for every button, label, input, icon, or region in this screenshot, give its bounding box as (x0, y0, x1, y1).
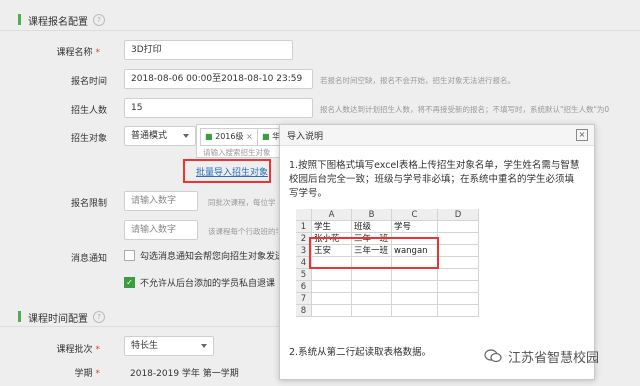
enroll-time-input[interactable]: 2018-08-06 00:00至2018-08-10 23:59 (124, 69, 313, 89)
limit-input-1[interactable]: 请输入数字 (124, 191, 198, 211)
notify-label: 消息通知 (70, 254, 107, 264)
section-accent-bar (18, 311, 21, 322)
chevron-down-icon (201, 344, 207, 348)
sheet-cell (438, 221, 479, 233)
sheet-cell (352, 269, 392, 281)
no-self-withdraw-checkbox[interactable]: ✓ (124, 277, 135, 288)
target-mode-value: 普通模式 (131, 131, 168, 141)
term-label-text: 学期 (74, 369, 93, 379)
enroll-count-input[interactable]: 15 (124, 98, 313, 118)
sheet-cell (438, 305, 479, 317)
section-accent-bar (18, 14, 21, 25)
help-icon[interactable]: ? (93, 311, 105, 323)
target-tag-label: 2016级 (215, 132, 244, 141)
sheet-row-number: 5 (296, 269, 312, 281)
close-icon[interactable]: × (246, 132, 253, 141)
no-self-withdraw-label: 不允许从后台添加的学员私自退课 (140, 279, 276, 289)
enroll-time-label: 报名时间 (70, 77, 107, 87)
target-label: 招生对象 (70, 134, 107, 144)
sheet-cell (312, 281, 352, 293)
limit-hint-2: 该课程每个行政班的学 (208, 227, 278, 236)
sheet-cell: 学生 (312, 221, 352, 233)
chevron-down-icon (183, 134, 189, 138)
help-icon[interactable]: ? (93, 14, 105, 26)
sheet-cell (352, 293, 392, 305)
sheet-cell (392, 305, 438, 317)
course-name-input[interactable]: 3D打印 (124, 40, 293, 60)
limit-hint-1: 同批次课程，每位学 (208, 198, 276, 207)
instruction-step-1: 1.按照下图格式填写excel表格上传招生对象名单，学生姓名需与智慧校园后台完全… (289, 160, 580, 199)
sheet-cell (438, 293, 479, 305)
sheet-cell: 班级 (352, 221, 392, 233)
batch-label-text: 课程批次 (56, 345, 93, 355)
sheet-column-header: C (392, 209, 438, 221)
notify-checkbox[interactable] (124, 250, 135, 261)
sheet-column-header: A (312, 209, 352, 221)
sheet-column-header: D (438, 209, 479, 221)
term-value: 2018-2019 学年 第一学期 (130, 369, 239, 379)
excel-example-image: A B C D 1 学生 班级 学号 2 张小花 三年一班 3 王安 三年一班 wangan 4 5 6 7 8 (296, 209, 479, 338)
course-name-label: 课程名称 * (30, 45, 100, 58)
sheet-cell (392, 269, 438, 281)
required-mark: * (95, 369, 101, 379)
sheet-row-number: 6 (296, 281, 312, 293)
batch-import-link[interactable]: 批量导入招生对象 (196, 165, 268, 178)
sheet-cell: 学号 (392, 221, 438, 233)
sheet-row-number: 8 (296, 305, 312, 317)
sheet-cell (312, 293, 352, 305)
sheet-cell (312, 269, 352, 281)
enroll-count-label: 招生人数 (70, 106, 107, 116)
batch-select[interactable]: 特长生 (124, 336, 214, 356)
batch-value: 特长生 (131, 341, 159, 351)
target-tag[interactable]: ■ 2016级 × (200, 128, 258, 146)
sheet-column-header: B (352, 209, 392, 221)
wechat-icon (484, 349, 502, 363)
limit-input-2[interactable]: 请输入数字 (124, 220, 198, 240)
term-label: 学期 * (30, 366, 100, 379)
required-mark: * (95, 345, 101, 355)
limit-label: 报名限制 (70, 199, 107, 209)
section-title-time: 课程时间配置 (28, 314, 88, 325)
sheet-cell (438, 281, 479, 293)
sheet-cell (392, 281, 438, 293)
example-highlight-box (309, 237, 439, 269)
target-mode-select[interactable]: 普通模式 (124, 126, 196, 146)
enroll-count-hint: 报名人数达到计划招生人数，将不再接受新的报名；不填写时，系统默认"招生人数"为0 (320, 105, 610, 114)
sheet-cell (392, 293, 438, 305)
required-mark: * (95, 48, 101, 58)
close-icon[interactable]: × (576, 129, 588, 141)
sheet-cell (312, 305, 352, 317)
sheet-cell (438, 233, 479, 245)
divider (0, 30, 640, 31)
watermark-text: 江苏省智慧校园 (508, 351, 600, 366)
sheet-cell (352, 305, 392, 317)
target-tags-box[interactable]: ■ 2016级 × ■ 华 请输入搜索招生对象 (196, 124, 288, 158)
folder-icon: ■ (205, 132, 213, 141)
dialog-title: 导入说明 (287, 132, 324, 142)
course-name-label-text: 课程名称 (56, 48, 93, 58)
batch-label: 课程批次 * (30, 342, 100, 355)
sheet-row-number: 7 (296, 293, 312, 305)
sheet-cell (438, 245, 479, 257)
dialog-header: 导入说明 × (280, 125, 594, 146)
notify-option-label: 勾选消息通知会帮您向招生对象发送 (140, 252, 279, 262)
target-search-input[interactable]: 请输入搜索招生对象 (203, 147, 271, 158)
folder-icon: ■ (262, 132, 270, 141)
sheet-corner (296, 209, 312, 221)
section-title-enroll: 课程报名配置 (28, 17, 88, 28)
sheet-row-number: 1 (296, 221, 312, 233)
sheet-cell (352, 281, 392, 293)
divider (0, 326, 279, 327)
enroll-time-hint: 若报名时间空缺，报名不会开始，招生对象无法进行报名。 (320, 76, 515, 85)
sheet-cell (438, 257, 479, 269)
sheet-cell (438, 269, 479, 281)
